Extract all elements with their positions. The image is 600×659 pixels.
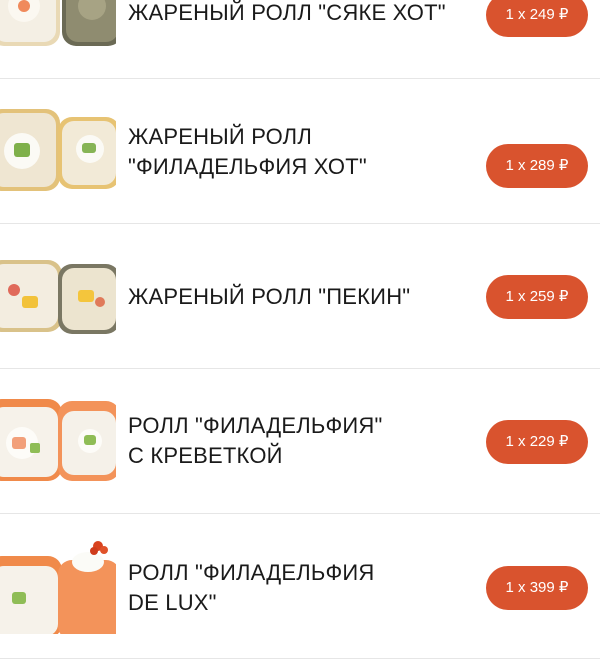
list-item[interactable]: ЖАРЕНЫЙ РОЛЛ "СЯКЕ ХОТ" 1 x 249 ₽ [0, 0, 600, 79]
fried-roll-image [0, 101, 116, 199]
add-to-cart-button[interactable]: 1 x 229 ₽ [486, 420, 588, 464]
list-item[interactable]: ЖАРЕНЫЙ РОЛЛ "ПЕКИН" 1 x 259 ₽ [0, 224, 600, 369]
list-item[interactable]: ЖАРЕНЫЙ РОЛЛ "ФИЛАДЕЛЬФИЯ ХОТ" 1 x 289 ₽ [0, 79, 600, 224]
add-to-cart-button[interactable]: 1 x 249 ₽ [486, 0, 588, 37]
add-to-cart-button[interactable]: 1 x 259 ₽ [486, 275, 588, 319]
product-name: ЖАРЕНЫЙ РОЛЛ "ФИЛАДЕЛЬФИЯ ХОТ" [128, 124, 367, 179]
add-to-cart-button[interactable]: 1 x 289 ₽ [486, 144, 588, 188]
product-name: РОЛЛ "ФИЛАДЕЛЬФИЯ" С КРЕВЕТКОЙ [128, 413, 383, 468]
product-name: ЖАРЕНЫЙ РОЛЛ "СЯКЕ ХОТ" [128, 0, 446, 25]
product-name: ЖАРЕНЫЙ РОЛЛ "ПЕКИН" [128, 284, 411, 309]
salmon-roll-image [0, 391, 116, 489]
product-name: РОЛЛ "ФИЛАДЕЛЬФИЯ DE LUX" [128, 560, 375, 615]
salmon-roll-image [0, 536, 116, 634]
add-to-cart-button[interactable]: 1 x 399 ₽ [486, 566, 588, 610]
fried-roll-image [0, 246, 116, 344]
fried-roll-image [0, 0, 116, 54]
list-item[interactable]: РОЛЛ "ФИЛАДЕЛЬФИЯ DE LUX" 1 x 399 ₽ [0, 514, 600, 659]
list-item[interactable]: РОЛЛ "ФИЛАДЕЛЬФИЯ" С КРЕВЕТКОЙ 1 x 229 ₽ [0, 369, 600, 514]
